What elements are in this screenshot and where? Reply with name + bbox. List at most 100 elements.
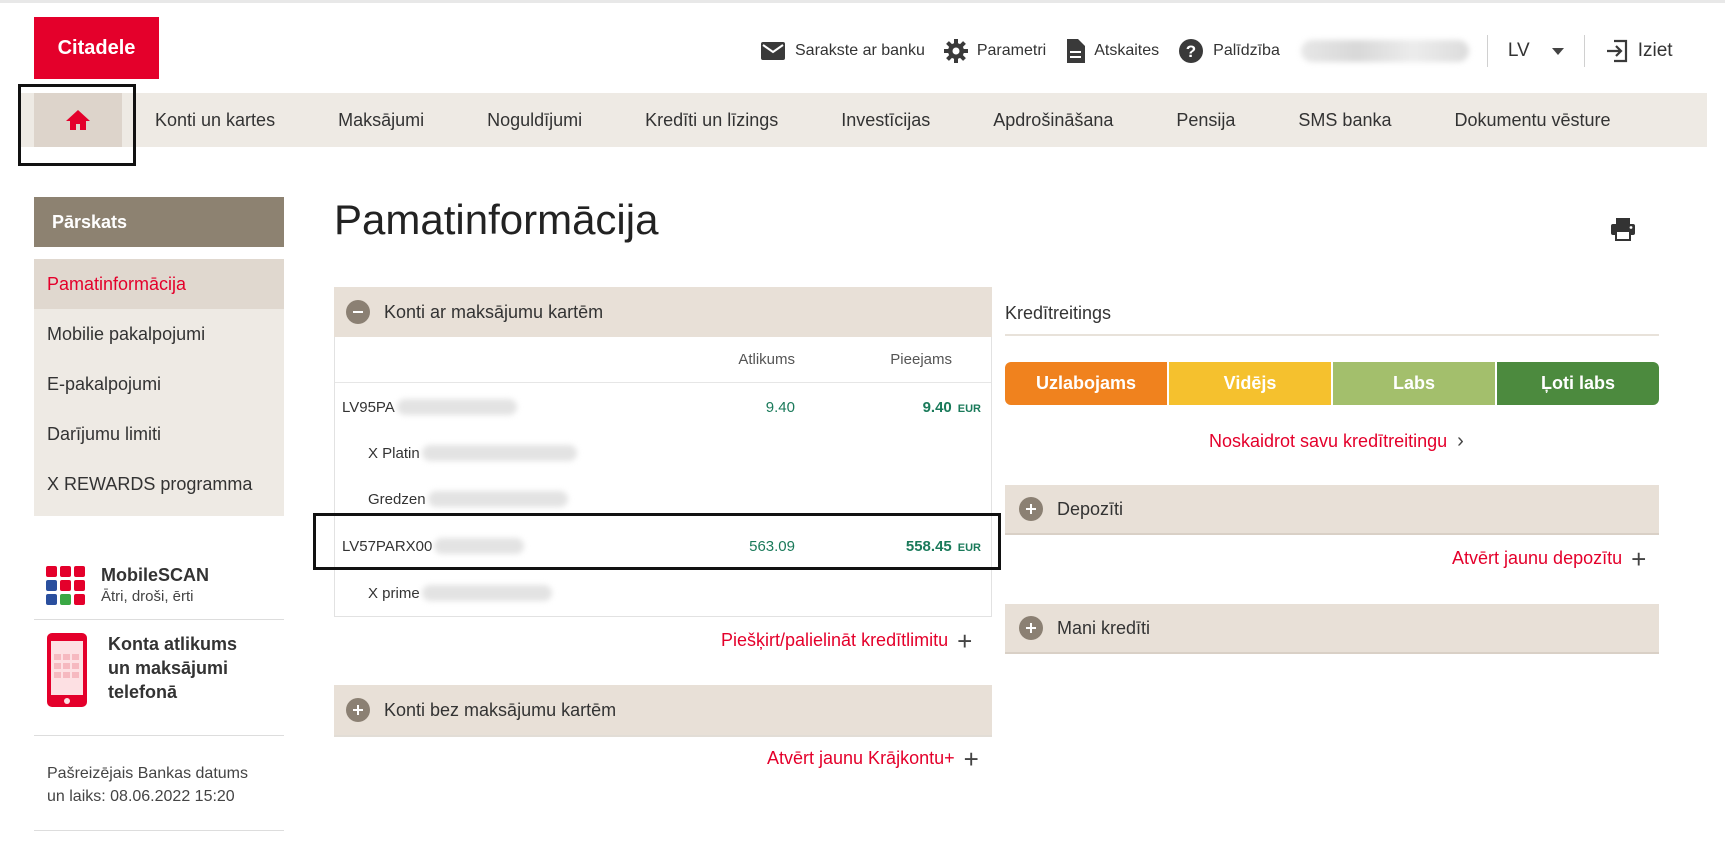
chevron-right-icon: ›: [1457, 430, 1464, 452]
phone-promo-line2: un maksājumi: [108, 658, 229, 678]
table-row[interactable]: LV95PA 9.40 9.40 EUR: [335, 384, 991, 430]
sidebar-item-limits[interactable]: Darījumu limiti: [34, 409, 284, 459]
plus-icon: +: [1631, 543, 1647, 574]
sidebar-item-rewards[interactable]: X REWARDS programma: [34, 459, 284, 509]
plus-icon: +: [957, 625, 973, 656]
reports-link[interactable]: Atskaites: [1065, 39, 1159, 63]
page-title: Pamatinformācija: [334, 196, 659, 243]
settings-link[interactable]: Parametri: [943, 39, 1047, 63]
loans-panel-title: Mani kredīti: [1057, 617, 1151, 638]
collapse-minus-icon: [346, 300, 370, 324]
card-name: X Platin: [368, 444, 420, 462]
account-row-highlight-box: [313, 513, 1001, 570]
citadele-logo[interactable]: Citadele: [34, 17, 159, 79]
header-divider: [1486, 35, 1488, 67]
language-select[interactable]: LV: [1508, 40, 1564, 62]
phone-promo-line1: Konta atlikums: [108, 634, 238, 654]
credit-rating-scale: Uzlabojams Vidējs Labs Ļoti labs: [1005, 362, 1659, 405]
cards-accounts-panel-header[interactable]: Konti ar maksājumu kartēm: [334, 287, 992, 337]
bank-date-line2: un laiks: 08.06.2022 15:20: [47, 788, 235, 805]
panel-underline: [334, 735, 992, 737]
accounts-table: Atlikums Pieejams LV95PA 9.40 9.40 EUR X …: [334, 337, 992, 617]
logout-icon: [1606, 39, 1627, 63]
sidebar-heading: Pārskats: [34, 197, 284, 247]
nav-items: Konti un kartes Maksājumi Noguldījumi Kr…: [155, 93, 1674, 147]
help-link[interactable]: ? Palīdzība: [1178, 38, 1280, 64]
nav-item-deposits[interactable]: Noguldījumi: [487, 110, 582, 131]
print-icon[interactable]: [1610, 217, 1636, 241]
table-row[interactable]: X Platin: [335, 430, 991, 476]
open-deposit-label: Atvērt jaunu depozītu: [1452, 548, 1623, 568]
language-label: LV: [1507, 40, 1530, 61]
expand-plus-icon: [346, 698, 370, 722]
blurred-text: [396, 399, 517, 415]
mobilescan-subtitle: Ātri, droši, ērti: [101, 588, 194, 605]
nav-item-insurance[interactable]: Apdrošināšana: [993, 110, 1113, 131]
open-deposit-link[interactable]: Atvērt jaunu depozītu +: [1452, 543, 1647, 574]
nav-item-accounts[interactable]: Konti un kartes: [155, 110, 275, 131]
mobilescan-promo[interactable]: MobileSCAN Ātri, droši, ērti: [34, 550, 284, 620]
nav-item-pension[interactable]: Pensija: [1176, 110, 1235, 131]
nav-item-document-history[interactable]: Dokumentu vēsture: [1454, 110, 1610, 131]
logout-label: Iziet: [1637, 40, 1673, 61]
help-icon: ?: [1179, 39, 1204, 63]
loans-panel-header[interactable]: Mani kredīti: [1005, 604, 1659, 654]
phone-balance-promo[interactable]: Konta atlikums un maksājumi telefonā: [34, 632, 284, 712]
header-divider-2: [1583, 35, 1585, 67]
card-name: X prime: [368, 584, 420, 602]
gear-icon: [943, 39, 968, 63]
header-links: Sarakste ar banku Parametri Atskaites ? …: [760, 34, 1673, 68]
user-name-blurred: [1300, 40, 1469, 62]
nav-item-loans[interactable]: Kredīti un līzings: [645, 110, 778, 131]
nav-item-payments[interactable]: Maksājumi: [338, 110, 424, 131]
expand-plus-icon: [1019, 497, 1043, 521]
bank-datetime: Pašreizējais Bankas datums un laiks: 08.…: [47, 762, 277, 808]
account-available: 9.40: [922, 398, 952, 416]
main-nav: Konti un kartes Maksājumi Noguldījumi Kr…: [18, 93, 1707, 147]
nocards-accounts-panel-header[interactable]: Konti bez maksājumu kartēm: [334, 685, 992, 735]
nav-item-investments[interactable]: Investīcijas: [841, 110, 930, 131]
sidebar-divider-1: [34, 619, 284, 620]
open-savings-label: Atvērt jaunu Krājkontu+: [767, 748, 955, 768]
bank-date-line1: Pašreizējais Bankas datums: [47, 765, 248, 782]
credit-rating-link-label: Noskaidrot savu kredītreitingu: [1209, 431, 1448, 451]
nav-item-sms-bank[interactable]: SMS banka: [1298, 110, 1391, 131]
sidebar-item-mobile-services[interactable]: Mobilie pakalpojumi: [34, 309, 284, 359]
home-highlight-box: [18, 84, 136, 166]
messages-link[interactable]: Sarakste ar banku: [760, 41, 925, 61]
credit-rating-link[interactable]: Noskaidrot savu kredītreitingu ›: [1209, 430, 1464, 453]
col-available-header: Pieejams: [890, 351, 952, 368]
help-label: Palīdzība: [1213, 42, 1280, 59]
deposits-panel-header[interactable]: Depozīti: [1005, 485, 1659, 535]
credit-limit-link[interactable]: Piešķirt/palielināt kredītlimitu +: [721, 625, 973, 656]
rating-segment-average: Vidējs: [1169, 362, 1331, 405]
deposits-panel-title: Depozīti: [1057, 498, 1124, 519]
cards-accounts-panel-title: Konti ar maksājumu kartēm: [384, 301, 604, 322]
logo-text: Citadele: [57, 36, 136, 59]
sidebar-item-basic-info[interactable]: Pamatinformācija: [34, 259, 284, 309]
logout-button[interactable]: Iziet: [1605, 39, 1673, 63]
rating-segment-good: Labs: [1333, 362, 1495, 405]
plus-icon: +: [963, 743, 979, 774]
sidebar-menu: Pamatinformācija Mobilie pakalpojumi E-p…: [34, 259, 284, 516]
settings-label: Parametri: [976, 42, 1047, 59]
mail-icon: [761, 42, 785, 60]
blurred-text: [421, 585, 552, 601]
rating-segment-improvable: Uzlabojams: [1005, 362, 1167, 405]
blurred-text: [421, 445, 577, 461]
expand-plus-icon: [1019, 616, 1043, 640]
sidebar-divider-3: [34, 830, 284, 831]
currency-label: EUR: [957, 402, 981, 415]
top-border: [0, 0, 1725, 3]
mobilescan-title: MobileSCAN: [101, 565, 209, 585]
table-header: Atlikums Pieejams: [335, 337, 991, 383]
open-savings-link[interactable]: Atvērt jaunu Krājkontu+ +: [767, 743, 979, 774]
mobilescan-icon: [46, 565, 85, 605]
credit-limit-label: Piešķirt/palielināt kredītlimitu: [721, 630, 949, 650]
reports-label: Atskaites: [1094, 42, 1160, 59]
document-icon: [1067, 39, 1086, 63]
account-balance: 9.40: [765, 398, 795, 416]
rating-segment-very-good: Ļoti labs: [1497, 362, 1659, 405]
sidebar-item-e-services[interactable]: E-pakalpojumi: [34, 359, 284, 409]
table-row[interactable]: X prime: [335, 570, 991, 616]
